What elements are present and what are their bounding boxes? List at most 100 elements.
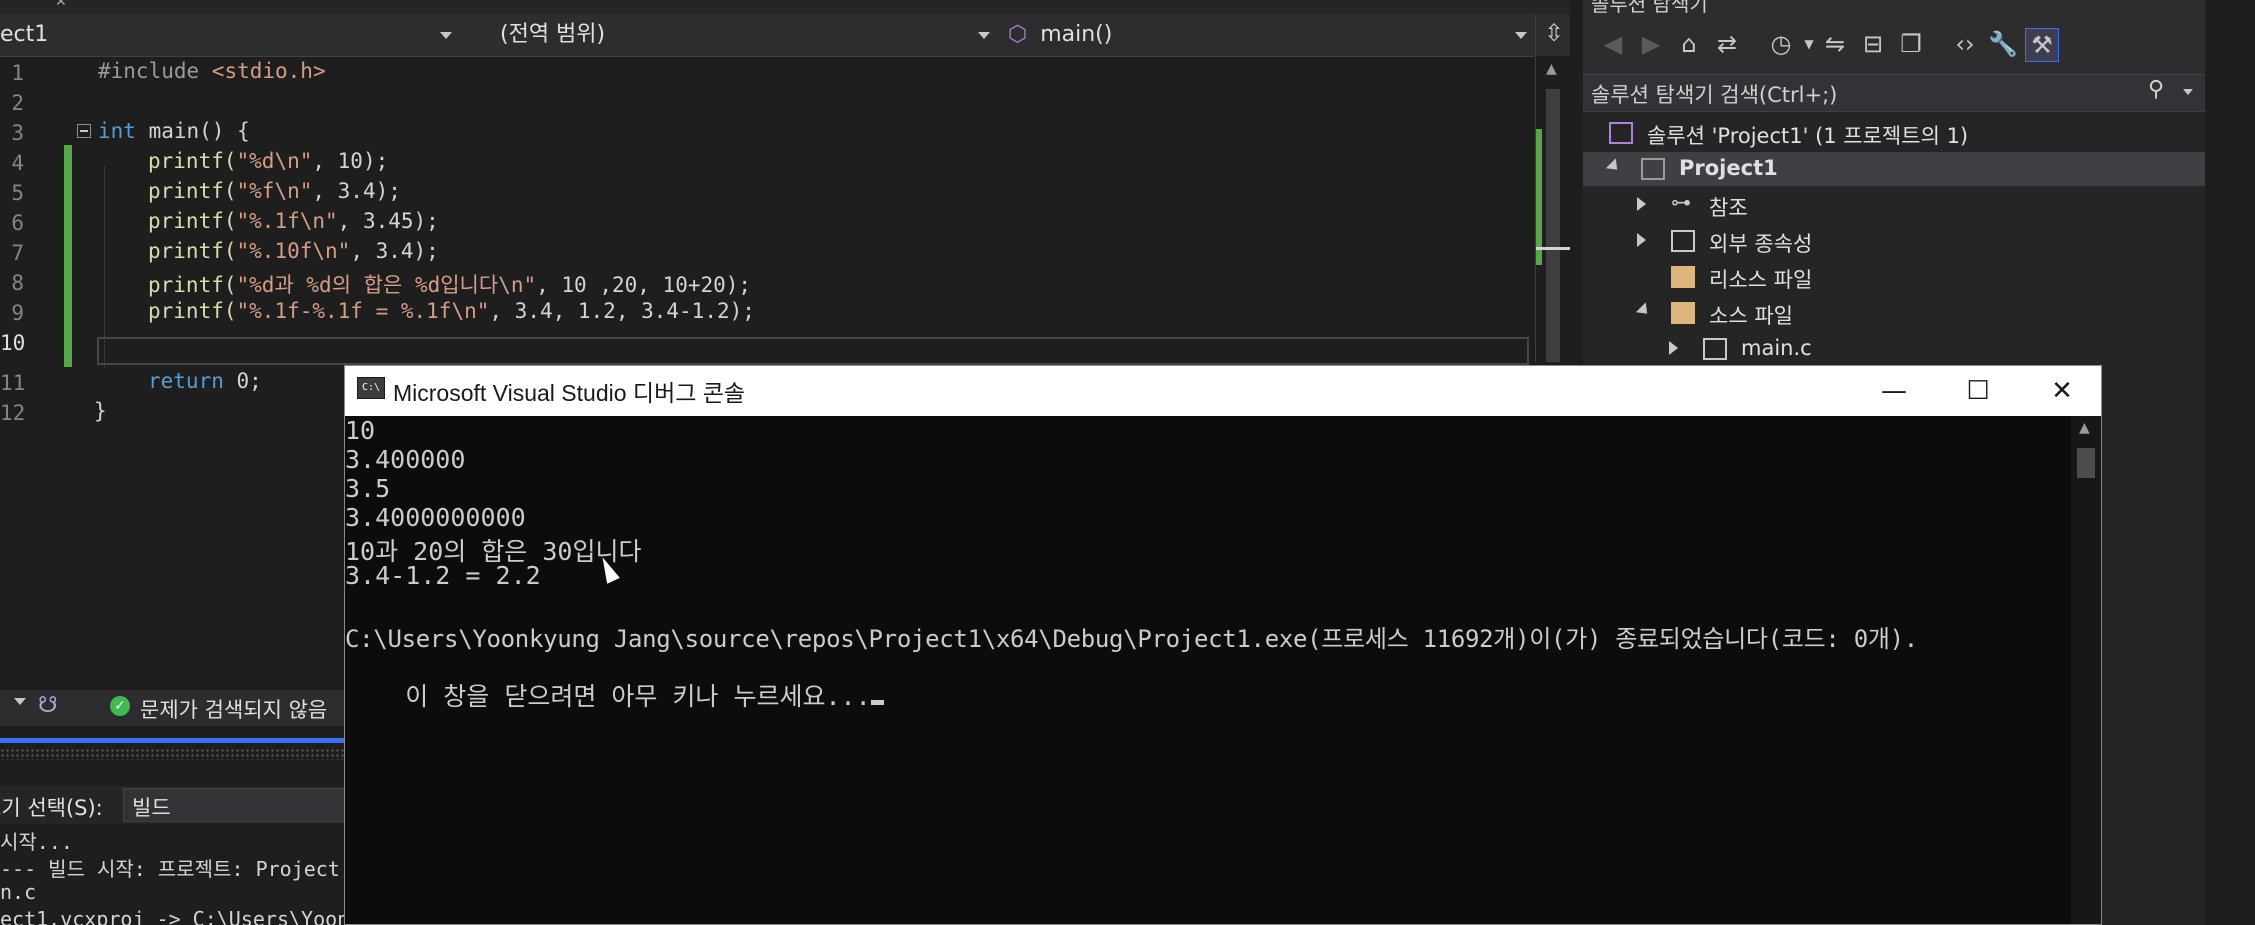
code-text: , 3.4, 1.2, 3.4-1.2); [489, 299, 755, 323]
function: printf( [148, 149, 237, 173]
editor-scrollbar[interactable]: ▲ [1535, 57, 1570, 362]
string: "%.1f-%.1f = %.1f\n" [236, 299, 490, 323]
chevron-down-icon[interactable] [2183, 89, 2193, 95]
console-output[interactable]: 10 3.400000 3.5 3.4000000000 10과 20의 합은 … [345, 416, 2071, 924]
switch-views-icon[interactable]: ⇄ [1711, 28, 1743, 60]
close-button[interactable]: ✕ [2020, 366, 2104, 416]
expand-arrow-icon[interactable] [1637, 233, 1646, 247]
expand-arrow-icon[interactable] [1669, 341, 1678, 355]
output-pane[interactable]: 시작... --- 빌드 시작: 프로젝트: Project n.c ect1.… [0, 826, 345, 925]
tree-row-source-files[interactable]: 소스 파일 [1583, 296, 2205, 330]
scrollbar-track[interactable] [1546, 89, 1560, 362]
folder-icon [1671, 266, 1695, 288]
function: printf( [148, 179, 237, 203]
tree-item-label: 소스 파일 [1709, 304, 1793, 328]
split-window-button[interactable]: ⇳ [1535, 14, 1570, 56]
editor-tab-strip: ✕ [0, 0, 1569, 14]
home-icon[interactable]: ⌂ [1673, 28, 1705, 60]
line-number: 8 [11, 271, 24, 295]
c-file-icon [1703, 338, 1727, 360]
tree-item-label: 참조 [1709, 196, 1748, 220]
current-line-highlight [97, 337, 1529, 365]
collapse-toggle[interactable] [77, 124, 91, 138]
console-line: 3.400000 [345, 445, 466, 474]
code-text: , 3.4); [312, 179, 401, 203]
solution-explorer-toolbar: ◀ ▶ ⌂ ⇄ ◷ ▼ ⇋ ⊟ ❐ ‹› 🔧 ⚒ [1583, 14, 2205, 74]
expand-arrow-icon[interactable] [1637, 197, 1646, 211]
tree-row-solution[interactable]: 솔루션 'Project1' (1 프로젝트의 1) [1583, 116, 2205, 150]
tree-row-project[interactable]: Project1 [1583, 152, 2205, 186]
code-text: , 10); [312, 149, 389, 173]
line-number: 7 [11, 241, 24, 265]
console-line: 3.5 [345, 474, 391, 503]
forward-icon[interactable]: ▶ [1635, 28, 1667, 60]
keyword: int [98, 119, 136, 143]
output-source-value: 빌드 [132, 796, 171, 820]
member-dropdown-label: main() [1040, 22, 1113, 47]
error-status-text: 문제가 검색되지 않음 [140, 698, 328, 722]
properties-icon[interactable]: 🔧 [1987, 28, 2019, 60]
code-line-1: #include <stdio.h> [98, 59, 326, 83]
output-line: --- 빌드 시작: 프로젝트: Project [0, 857, 340, 881]
collapse-all-icon[interactable]: ⊟ [1857, 28, 1889, 60]
code-text: , 3.4); [350, 239, 439, 263]
folder-icon [1671, 302, 1695, 324]
console-line: 10 [345, 416, 376, 445]
member-dropdown[interactable]: ⬡ main() [1008, 18, 1528, 52]
code-text: 0; [223, 369, 262, 393]
code-line-4: printf("%d\n", 10); [148, 149, 388, 173]
expand-arrow-icon[interactable] [1635, 302, 1653, 319]
search-icon[interactable]: ⚲ [2148, 77, 2164, 102]
panel-drag-handle[interactable] [0, 748, 345, 760]
scroll-up-icon[interactable]: ▲ [1546, 61, 1557, 77]
cube-icon: ⬡ [1008, 22, 1028, 47]
show-all-files-icon[interactable]: ❐ [1895, 28, 1927, 60]
tree-row-references[interactable]: ⊶ 참조 [1583, 188, 2205, 222]
solution-explorer-titlebar: 솔루션 탐색기 [1583, 0, 2205, 16]
solution-label: 솔루션 'Project1' (1 프로젝트의 1) [1647, 124, 1969, 148]
expand-arrow-icon[interactable] [1605, 158, 1623, 175]
solution-search-input[interactable]: 솔루션 탐색기 검색(Ctrl+;) ⚲ [1583, 74, 2205, 112]
close-icon[interactable]: ✕ [55, 0, 67, 10]
maximize-button[interactable]: ☐ [1936, 366, 2020, 416]
function: printf( [148, 273, 237, 297]
function: printf( [148, 239, 237, 263]
scope-dropdown[interactable]: (전역 범위) [500, 18, 990, 52]
tree-item-label: main.c [1741, 336, 1812, 360]
string: "%d\n" [236, 149, 313, 173]
console-scroll-thumb[interactable] [2077, 448, 2095, 478]
scroll-up-icon[interactable]: ▲ [2079, 420, 2090, 436]
maximize-icon: ☐ [1966, 376, 1990, 406]
error-status-bar: ☋ ✓ 문제가 검색되지 않음 [0, 690, 345, 726]
output-source-label: 보기 선택(S): [0, 796, 103, 820]
split-icon: ⇳ [1544, 19, 1565, 47]
external-dependencies-icon [1671, 230, 1695, 252]
output-source-select[interactable]: 빌드 [123, 788, 345, 822]
line-number: 2 [11, 91, 24, 115]
chevron-down-icon [440, 32, 452, 39]
tree-row-external-deps[interactable]: 외부 종속성 [1583, 224, 2205, 258]
back-icon[interactable]: ◀ [1597, 28, 1629, 60]
view-code-icon[interactable]: ‹› [1949, 28, 1981, 60]
scope-dropdown-label: (전역 범위) [500, 22, 606, 47]
console-line: 3.4000000000 [345, 503, 526, 532]
preprocessor: #include [98, 59, 212, 83]
chevron-down-icon[interactable] [14, 698, 26, 705]
code-line-9: printf("%.1f-%.1f = %.1f\n", 3.4, 1.2, 3… [148, 299, 755, 323]
chevron-down-icon [978, 32, 990, 39]
sync-icon[interactable]: ⇋ [1819, 28, 1851, 60]
console-scrollbar[interactable]: ▲ [2071, 416, 2101, 924]
tree-row-resource-files[interactable]: 리소스 파일 [1583, 260, 2205, 294]
line-number: 11 [0, 371, 26, 395]
line-number: 5 [11, 181, 24, 205]
line-number: 9 [11, 301, 24, 325]
editor-navigation-bar: ect1 (전역 범위) ⬡ main() [0, 14, 1535, 57]
code-cleanup-icon[interactable]: ☋ [38, 693, 58, 718]
minimize-button[interactable]: — [1852, 366, 1936, 416]
preview-selected-icon[interactable]: ⚒ [2025, 28, 2059, 62]
tree-row-main-c[interactable]: main.c [1583, 332, 2205, 366]
code-editor[interactable]: 1 2 3 4 5 6 7 8 9 10 #include <stdio.h> … [0, 57, 1535, 367]
console-line: 이 창을 닫으려면 아무 키나 누르세요... [345, 648, 884, 742]
code-line-7: printf("%.10f\n", 3.4); [148, 239, 439, 263]
project-dropdown[interactable]: ect1 [0, 18, 460, 52]
